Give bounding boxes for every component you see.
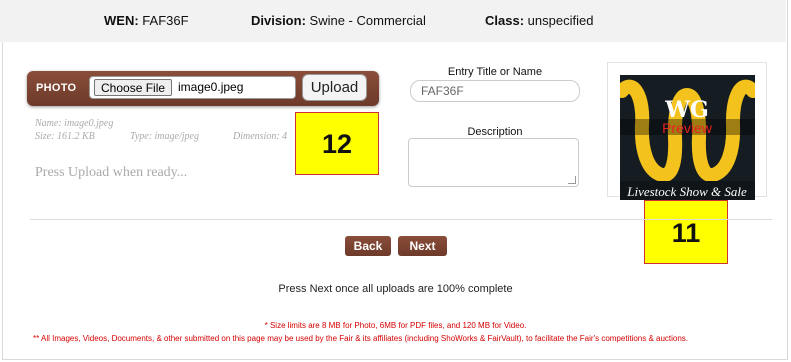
file-name: image0.jpeg [178,80,244,94]
division-value: Swine - Commercial [309,13,426,28]
back-button[interactable]: Back [345,236,391,256]
file-meta-type: Type: image/jpeg [130,131,199,142]
annotation-badge-11: 11 [644,200,728,264]
description-textarea[interactable] [408,138,579,187]
size-limits-note: * Size limits are 8 MB for Photo, 6MB fo… [264,321,527,330]
wen-info: WEN: FAF36F [104,13,189,28]
photo-label: PHOTO [36,82,77,94]
description-label: Description [467,126,523,138]
photo-upload-bar: PHOTO Choose File image0.jpeg Upload [27,71,379,106]
upload-ready-hint: Press Upload when ready... [35,165,188,180]
file-meta-dimension: Dimension: 4 [233,131,288,142]
entry-header: WEN: FAF36F Division: Swine - Commercial… [0,0,786,42]
resize-grip-icon[interactable] [568,176,576,184]
entry-title-label: Entry Title or Name [447,66,543,78]
upload-button[interactable]: Upload [302,74,367,101]
file-input[interactable]: Choose File image0.jpeg [89,76,296,99]
division-info: Division: Swine - Commercial [251,13,426,28]
logo-tagline: Livestock Show & Sale [626,184,747,199]
class-info: Class: unspecified [485,13,593,28]
preview-overlay-text: Preview [662,120,713,136]
section-divider [30,219,772,220]
usage-disclaimer: ** All Images, Videos, Documents, & othe… [33,334,689,343]
entry-title-input[interactable]: FAF36F [410,80,580,102]
class-label: Class: [485,13,525,28]
division-label: Division: [251,13,306,28]
next-button[interactable]: Next [398,236,447,256]
wen-label: WEN: [104,13,139,28]
file-meta-name: Name: image0.jpeg [35,118,114,129]
choose-file-button[interactable]: Choose File [94,79,173,96]
class-value: unspecified [527,13,594,28]
preview-image[interactable]: WG Preview Livestock Show & Sale [620,75,755,200]
next-instruction: Press Next once all uploads are 100% com… [278,283,513,295]
file-meta-size: Size: 161.2 KB [35,131,95,142]
annotation-badge-12: 12 [295,112,379,175]
wen-value: FAF36F [142,13,189,28]
